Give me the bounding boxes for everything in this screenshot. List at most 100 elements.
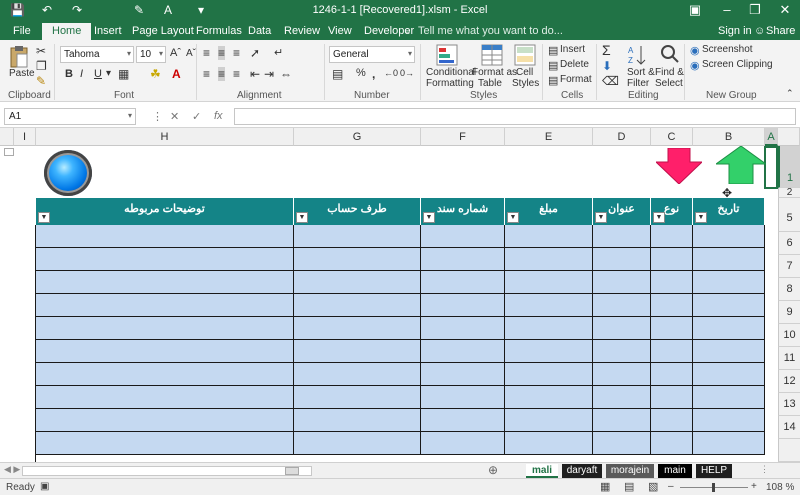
increase-indent-icon[interactable]: ⇥	[264, 67, 274, 81]
macro-round-button[interactable]	[44, 150, 92, 196]
delete-cells-button[interactable]: Delete	[560, 59, 589, 70]
table-header-date[interactable]: تاريخ ▼	[693, 198, 765, 225]
sheet-tab-mali[interactable]: mali	[526, 464, 558, 478]
table-cell[interactable]	[294, 225, 421, 248]
sheet-tabs-scroll-icon[interactable]: ⋮	[760, 464, 769, 475]
cancel-icon[interactable]: ✕	[170, 110, 179, 123]
table-header-document-number[interactable]: شماره سند ▼	[421, 198, 505, 225]
table-cell[interactable]	[294, 248, 421, 271]
table-cell[interactable]	[294, 432, 421, 455]
page-break-view-icon[interactable]: ▧	[648, 480, 658, 493]
tab-data[interactable]: Data	[248, 25, 271, 37]
conditional-formatting-icon[interactable]	[436, 44, 458, 66]
currency-icon[interactable]: ▤	[332, 67, 343, 81]
sheet-tab-main[interactable]: main	[658, 464, 692, 478]
tab-file[interactable]: File	[13, 25, 31, 37]
table-cell[interactable]	[693, 409, 765, 432]
table-cell[interactable]	[651, 363, 693, 386]
horizontal-scroll-thumb[interactable]	[285, 467, 299, 475]
table-cell[interactable]	[505, 271, 593, 294]
align-left-icon[interactable]: ≡	[203, 67, 210, 81]
table-cell[interactable]	[593, 432, 651, 455]
clear-icon[interactable]: ⌫	[602, 74, 619, 88]
align-right-icon[interactable]: ≡	[233, 67, 240, 81]
sheet-tab-help[interactable]: HELP	[696, 464, 732, 478]
table-cell[interactable]	[36, 386, 294, 409]
table-cell[interactable]	[421, 340, 505, 363]
macro-record-icon[interactable]: ▣	[40, 481, 49, 492]
table-cell[interactable]	[651, 409, 693, 432]
font-color-icon[interactable]: A	[172, 67, 181, 81]
table-cell[interactable]	[693, 248, 765, 271]
table-cell[interactable]	[294, 271, 421, 294]
table-cell[interactable]	[421, 317, 505, 340]
align-top-icon[interactable]: ≡	[203, 46, 210, 60]
table-cell[interactable]	[294, 294, 421, 317]
table-cell[interactable]	[36, 294, 294, 317]
table-cell[interactable]	[294, 363, 421, 386]
restore-icon[interactable]: ❐	[744, 2, 766, 18]
find-select-icon[interactable]	[660, 44, 680, 66]
normal-view-icon[interactable]: ▦	[600, 480, 610, 493]
format-cells-button[interactable]: Format	[560, 74, 592, 85]
bold-button[interactable]: B	[65, 68, 73, 80]
merge-center-icon[interactable]: ⇔	[280, 67, 292, 81]
paste-button[interactable]: Paste	[9, 68, 35, 79]
fill-icon[interactable]: ⬇	[602, 59, 612, 73]
formula-input[interactable]	[234, 108, 796, 125]
row-header-2[interactable]: 2	[778, 188, 800, 198]
close-icon[interactable]: ✕	[774, 2, 796, 18]
table-cell[interactable]	[505, 248, 593, 271]
cell-styles-icon[interactable]	[514, 44, 536, 66]
table-cell[interactable]	[421, 432, 505, 455]
sheet-tab-morajein[interactable]: morajein	[606, 464, 654, 478]
table-cell[interactable]	[505, 294, 593, 317]
table-cell[interactable]	[421, 248, 505, 271]
table-cell[interactable]	[693, 340, 765, 363]
horizontal-scrollbar[interactable]	[22, 466, 312, 476]
table-cell[interactable]	[294, 317, 421, 340]
column-header-a[interactable]: A	[765, 128, 778, 146]
row-header-8[interactable]: 8	[778, 278, 800, 301]
table-cell[interactable]	[36, 432, 294, 455]
table-cell[interactable]	[421, 386, 505, 409]
row-header-14[interactable]: 14	[778, 416, 800, 439]
name-box[interactable]: A1 ▾	[4, 108, 136, 125]
table-cell[interactable]	[693, 271, 765, 294]
number-format-select[interactable]: General ▾	[329, 46, 415, 63]
sign-in-link[interactable]: Sign in	[718, 25, 752, 37]
active-cell-a1[interactable]	[764, 146, 778, 189]
conditional-formatting-button[interactable]: Conditional	[426, 67, 476, 78]
row-header-9[interactable]: 9	[778, 301, 800, 324]
tab-page-layout[interactable]: Page Layout	[132, 25, 194, 37]
table-cell[interactable]	[36, 248, 294, 271]
enter-icon[interactable]: ✓	[192, 110, 201, 123]
table-cell[interactable]	[294, 386, 421, 409]
table-cell[interactable]	[593, 294, 651, 317]
align-bottom-icon[interactable]: ≡	[233, 46, 240, 60]
row-header-10[interactable]: 10	[778, 324, 800, 347]
table-cell[interactable]	[505, 409, 593, 432]
format-as-table-button[interactable]: Format as	[472, 67, 517, 78]
column-header-d[interactable]: D	[593, 128, 651, 146]
cut-icon[interactable]: ✂	[36, 44, 46, 58]
table-cell[interactable]	[36, 363, 294, 386]
table-cell[interactable]	[651, 340, 693, 363]
table-cell[interactable]	[651, 317, 693, 340]
decrease-indent-icon[interactable]: ⇤	[250, 67, 260, 81]
table-header-type[interactable]: نوع ▼	[651, 198, 693, 225]
table-cell[interactable]	[651, 271, 693, 294]
table-cell[interactable]	[505, 386, 593, 409]
table-header-amount[interactable]: مبلغ ▼	[505, 198, 593, 225]
table-header-description[interactable]: توضيحات مربوطه ▼	[36, 198, 294, 225]
table-cell[interactable]	[593, 386, 651, 409]
comma-button[interactable]: ,	[372, 67, 375, 81]
table-cell[interactable]	[505, 363, 593, 386]
column-header-c[interactable]: C	[651, 128, 693, 146]
align-center-icon[interactable]: ≡	[218, 67, 226, 81]
table-cell[interactable]	[651, 294, 693, 317]
table-cell[interactable]	[505, 317, 593, 340]
find-select-button[interactable]: Find &	[655, 67, 684, 78]
orientation-icon[interactable]: ➚	[250, 46, 260, 60]
sheet-tab-daryaft[interactable]: daryaft	[562, 464, 602, 478]
